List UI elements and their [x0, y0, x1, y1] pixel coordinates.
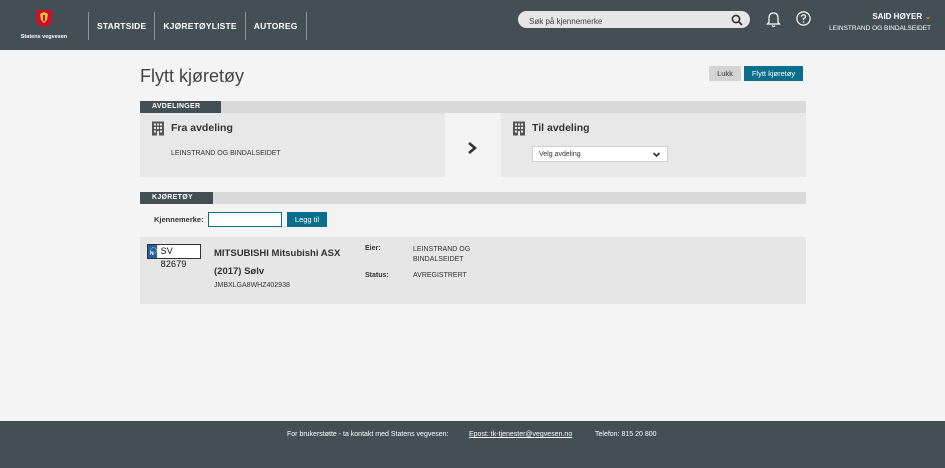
department-select[interactable]: Velg avdeling [532, 146, 668, 162]
vehicle-vin: JMBXLGA8WHZ402938 [214, 282, 290, 289]
eu-flag-icon [148, 245, 157, 258]
owner-label: Eier: [365, 245, 381, 252]
registration-input[interactable] [208, 212, 282, 227]
user-org: LEINSTRAND OG BINDALSEIDET [829, 25, 931, 32]
registration-label: Kjennemerke: [154, 215, 204, 224]
help-icon[interactable] [796, 11, 811, 26]
user-menu[interactable]: SAID HØYER ⌄ LEINSTRAND OG BINDALSEIDET [829, 12, 931, 32]
chevron-down-icon: ⌄ [925, 14, 931, 21]
statens-vegvesen-logo[interactable]: Statens vegvesen [14, 8, 74, 42]
license-plate: SV 82679 [147, 244, 201, 269]
bell-icon[interactable] [765, 11, 782, 28]
search-input[interactable] [518, 13, 718, 30]
logo-text: Statens vegvesen [20, 34, 68, 40]
add-vehicle-button[interactable]: Legg til [287, 212, 327, 227]
main-nav: STARTSIDE KJØRETØYLISTE AUTOREG [88, 12, 307, 40]
footer-phone: Telefon: 815 20 800 [595, 431, 657, 438]
footer-email-link[interactable]: Epost: tk-tjenester@vegvesen.no [469, 431, 572, 438]
building-icon [513, 121, 525, 136]
vehicles-section-bar: KJØRETØY [140, 192, 806, 204]
status-label: Status: [365, 272, 389, 279]
plate-number: SV 82679 [160, 246, 187, 269]
search-icon[interactable] [731, 14, 743, 26]
chevron-down-icon [652, 152, 661, 158]
nav-autoreg[interactable]: AUTOREG [244, 12, 307, 40]
footer: For brukerstøtte - ta kontakt med Staten… [0, 421, 945, 468]
from-department-value: LEINSTRAND OG BINDALSEIDET [171, 150, 281, 157]
status-value: AVREGISTRERT [413, 272, 467, 279]
search-box [518, 11, 750, 30]
close-button[interactable]: Lukk [709, 66, 741, 81]
to-department-title: Til avdeling [532, 122, 590, 134]
nav-startside[interactable]: STARTSIDE [88, 12, 154, 40]
nav-kjoretoyliste[interactable]: KJØRETØYLISTE [154, 12, 244, 40]
vehicle-card: SV 82679 MITSUBISHI Mitsubishi ASX (2017… [140, 237, 806, 304]
from-department-title: Fra avdeling [171, 122, 233, 134]
to-department-box: Til avdeling Velg avdeling [501, 113, 806, 177]
vehicles-section-label: KJØRETØY [140, 192, 213, 204]
move-vehicle-button[interactable]: Flytt kjøretøy [744, 66, 803, 81]
departments-section-bar: AVDELINGER [140, 101, 806, 113]
page-title: Flytt kjøretøy [140, 66, 244, 86]
crest-logo-icon [36, 10, 52, 27]
vehicle-name: MITSUBISHI Mitsubishi ASX (2017) Sølv [214, 248, 341, 277]
departments-section-label: AVDELINGER [140, 101, 221, 113]
top-bar: Statens vegvesen STARTSIDE KJØRETØYLISTE… [0, 0, 945, 50]
from-department-box: Fra avdeling LEINSTRAND OG BINDALSEIDET [140, 113, 445, 177]
user-name[interactable]: SAID HØYER ⌄ [829, 12, 931, 21]
department-select-value: Velg avdeling [539, 151, 581, 158]
footer-support-text: For brukerstøtte - ta kontakt med Staten… [287, 431, 449, 438]
chevron-right-icon [468, 142, 478, 154]
building-icon [152, 121, 164, 136]
owner-value: LEINSTRAND OG BINDALSEIDET [413, 246, 471, 263]
